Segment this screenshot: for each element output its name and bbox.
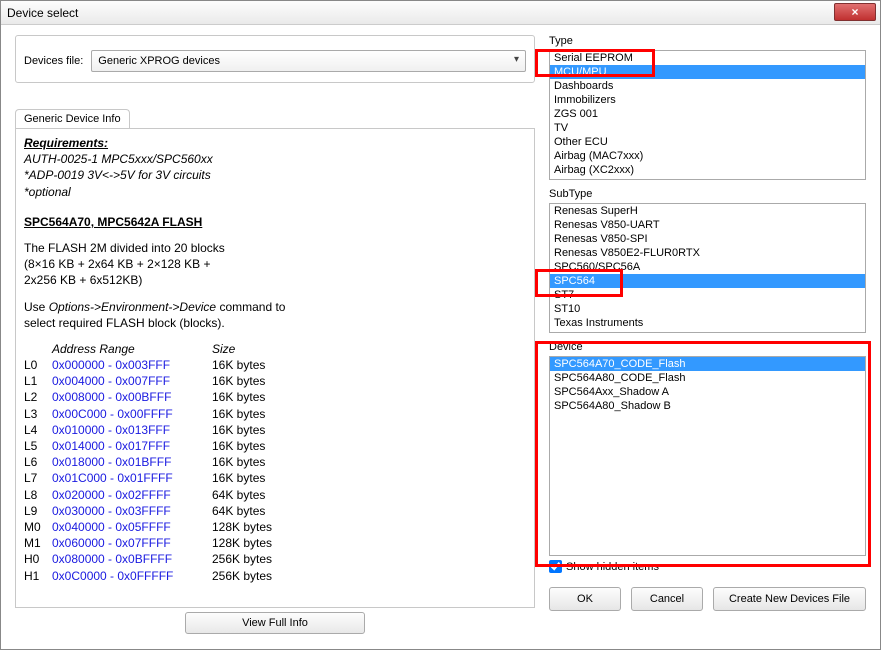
list-item[interactable]: SPC564 [550,274,865,288]
address-table: Address Range Size L00x000000 - 0x003FFF… [24,341,282,584]
type-listbox[interactable]: Serial EEPROMMCU/MPUDashboardsImmobilize… [549,50,866,180]
device-label: Device [549,341,866,353]
col-size: Size [212,341,282,357]
list-item[interactable]: MCU/MPU [550,65,865,79]
close-icon: × [851,5,858,19]
table-row: L70x01C000 - 0x01FFFF16K bytes [24,470,282,486]
button-row: OK Cancel Create New Devices File [549,587,866,611]
list-item[interactable]: Serial EEPROM [550,51,865,65]
table-row: L30x00C000 - 0x00FFFF16K bytes [24,406,282,422]
table-row: M00x040000 - 0x05FFFF128K bytes [24,519,282,535]
list-item[interactable]: SPC564Axx_Shadow A [550,385,865,399]
show-hidden-row: Show hidden items [549,560,866,573]
table-row: M10x060000 - 0x07FFFF128K bytes [24,535,282,551]
left-panel: Devices file: Generic XPROG devices Gene… [15,35,535,635]
list-item[interactable]: SPC564A70_CODE_Flash [550,357,865,371]
table-row: L20x008000 - 0x00BFFF16K bytes [24,389,282,405]
subtype-label: SubType [549,188,866,200]
window-title: Device select [7,6,78,20]
close-button[interactable]: × [834,3,876,21]
col-address-range: Address Range [52,341,212,357]
table-row: L40x010000 - 0x013FFF16K bytes [24,422,282,438]
cancel-button[interactable]: Cancel [631,587,703,611]
flash-title: SPC564A70, MPC5642A FLASH [24,214,526,230]
list-item[interactable]: Renesas V850-SPI [550,232,865,246]
flash-body: The FLASH 2M divided into 20 blocks (8×1… [24,240,526,289]
list-item[interactable]: SPC564A80_CODE_Flash [550,371,865,385]
create-devices-file-button[interactable]: Create New Devices File [713,587,866,611]
type-label: Type [549,35,866,47]
list-item[interactable]: ZGS 001 [550,107,865,121]
table-row: L90x030000 - 0x03FFFF64K bytes [24,503,282,519]
devices-file-row: Devices file: Generic XPROG devices [24,42,526,74]
list-item[interactable]: Dashboards [550,79,865,93]
table-row: L60x018000 - 0x01BFFF16K bytes [24,454,282,470]
devices-file-combo[interactable]: Generic XPROG devices [91,50,526,72]
table-row: L80x020000 - 0x02FFFF64K bytes [24,487,282,503]
devices-file-group: Devices file: Generic XPROG devices [15,35,535,83]
req-line: *ADP-0019 3V<->5V for 3V circuits [24,167,526,183]
list-item[interactable]: Renesas SuperH [550,204,865,218]
list-item[interactable]: TV [550,121,865,135]
list-item[interactable]: ST7 [550,288,865,302]
device-listbox[interactable]: SPC564A70_CODE_FlashSPC564A80_CODE_Flash… [549,356,866,556]
device-select-window: Device select × Devices file: Generic XP… [0,0,881,650]
tab-device-info[interactable]: Generic Device Info [15,109,130,128]
list-item[interactable]: ST10 [550,302,865,316]
list-item[interactable]: Renesas V850E2-FLUR0RTX [550,246,865,260]
ok-button[interactable]: OK [549,587,621,611]
view-full-info-button[interactable]: View Full Info [185,612,365,634]
titlebar: Device select × [1,1,880,25]
flash-body: Use Options->Environment->Device command… [24,299,526,331]
req-line: *optional [24,184,526,200]
table-row: H00x080000 - 0x0BFFFF256K bytes [24,551,282,567]
list-item[interactable]: Immobilizers [550,93,865,107]
list-item[interactable]: Airbag (MAC7xxx) [550,149,865,163]
list-item[interactable]: Other ECU [550,135,865,149]
subtype-listbox[interactable]: Renesas SuperHRenesas V850-UARTRenesas V… [549,203,866,333]
devices-file-label: Devices file: [24,55,83,67]
show-hidden-checkbox[interactable] [549,560,562,573]
right-panel: Type Serial EEPROMMCU/MPUDashboardsImmob… [549,35,866,635]
list-item[interactable]: Airbag (XC2xxx) [550,163,865,177]
show-hidden-label: Show hidden items [566,561,659,573]
list-item[interactable]: SPC564A80_Shadow B [550,399,865,413]
list-item[interactable]: Renesas V850-UART [550,218,865,232]
list-item[interactable]: Texas Instruments [550,316,865,330]
content-area: Devices file: Generic XPROG devices Gene… [1,25,880,649]
table-row: L50x014000 - 0x017FFF16K bytes [24,438,282,454]
table-row: L10x004000 - 0x007FFF16K bytes [24,373,282,389]
tab-head: Generic Device Info [15,109,535,128]
req-line: AUTH-0025-1 MPC5xxx/SPC560xx [24,151,526,167]
table-row: H10x0C0000 - 0x0FFFFF256K bytes [24,568,282,584]
requirements-title: Requirements: [24,135,526,151]
device-info-pane[interactable]: Requirements: AUTH-0025-1 MPC5xxx/SPC560… [15,128,535,608]
list-item[interactable]: SPC560/SPC56A [550,260,865,274]
table-row: L00x000000 - 0x003FFF16K bytes [24,357,282,373]
